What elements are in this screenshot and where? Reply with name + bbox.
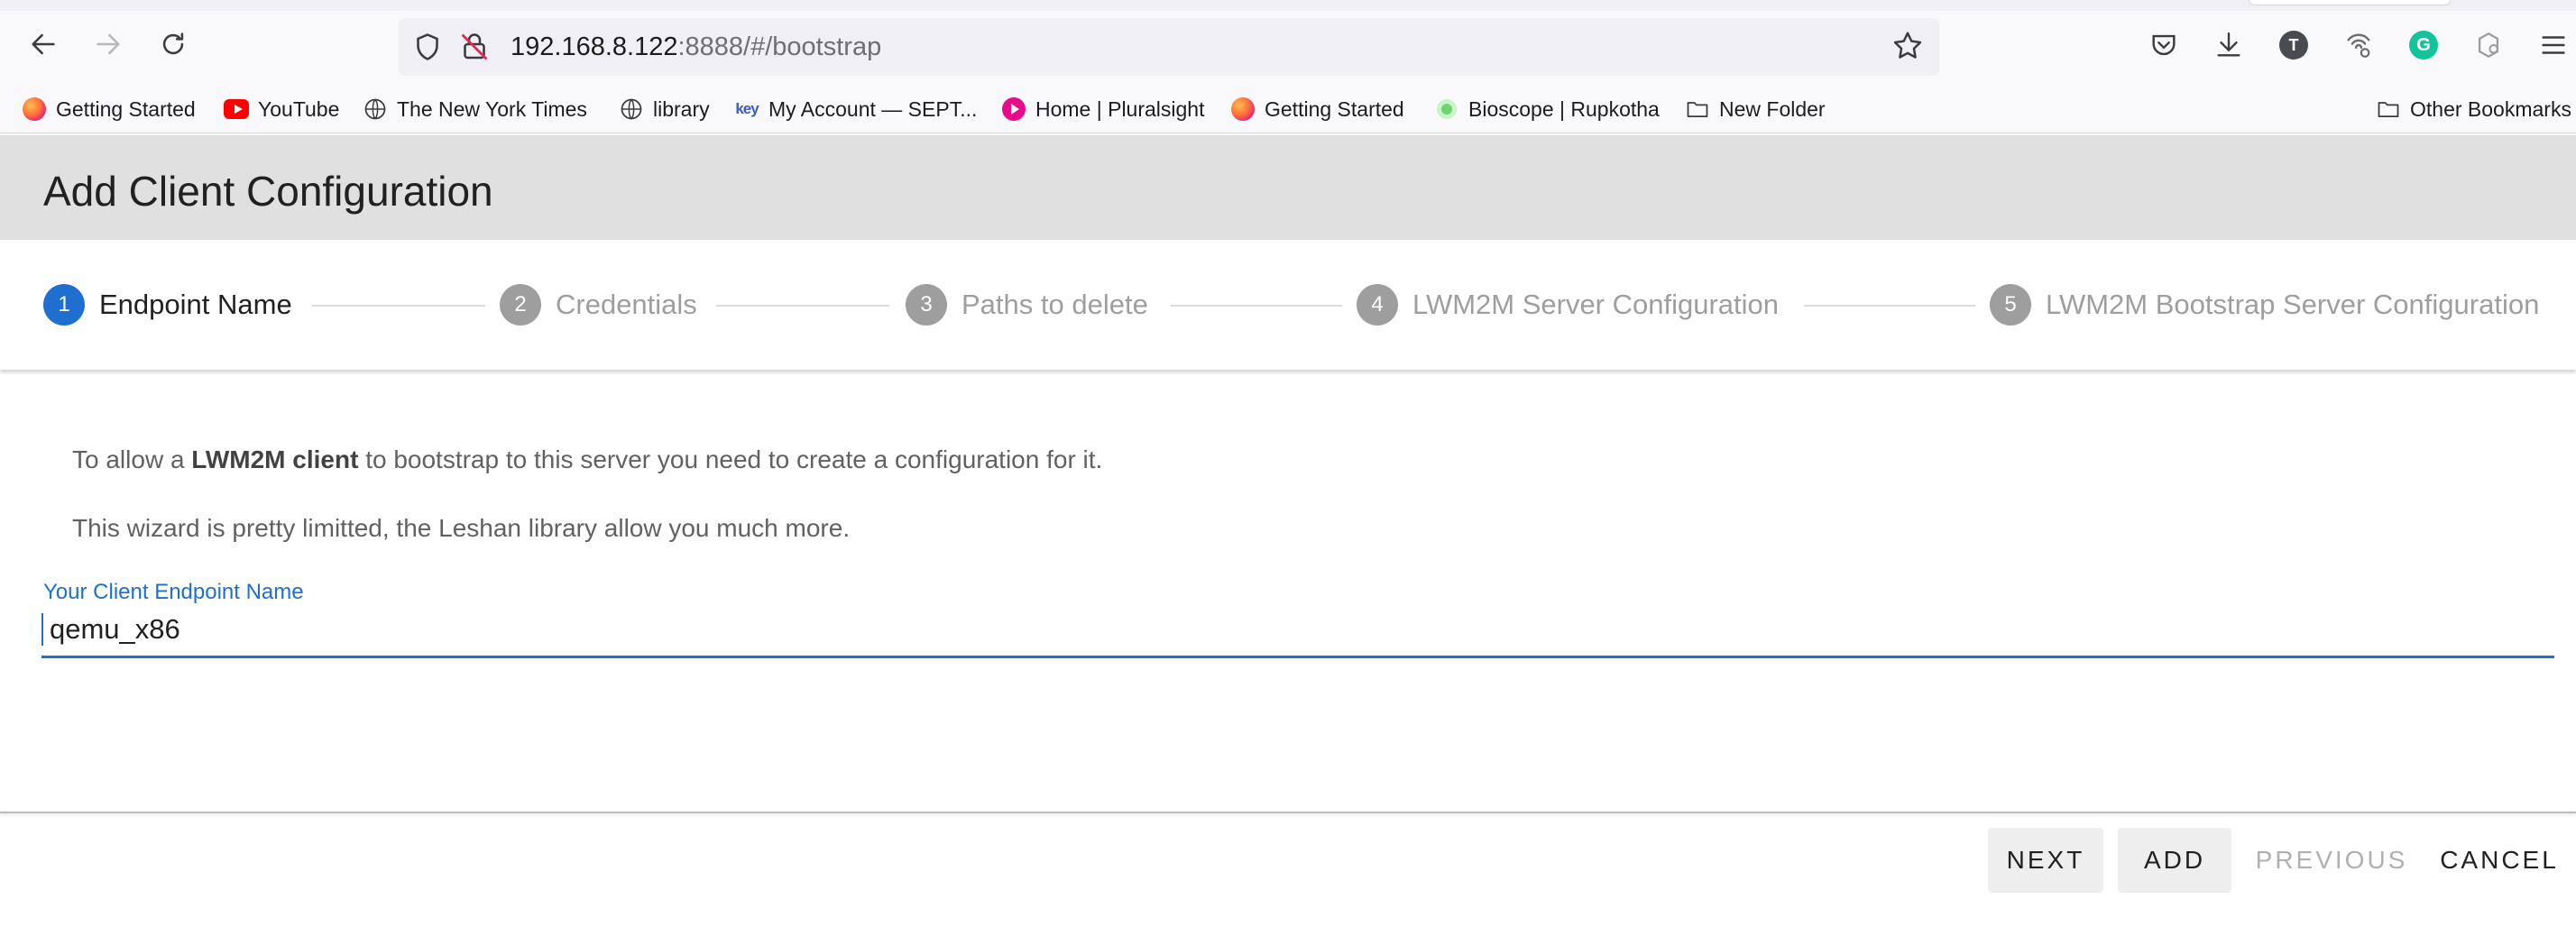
bookmark-getting-started-2[interactable]: Getting Started — [1230, 94, 1404, 124]
firefox-icon — [22, 96, 47, 122]
bookmark-star-icon[interactable] — [1891, 29, 1925, 63]
active-tab-edge[interactable] — [2249, 0, 2451, 5]
bookmark-label: Getting Started — [56, 96, 196, 121]
bookmark-label: New Folder — [1719, 96, 1826, 121]
bookmark-label: Bioscope | Rupkotha — [1468, 96, 1660, 121]
reload-icon — [162, 32, 184, 55]
add-button[interactable]: ADD — [2118, 828, 2231, 893]
step-number: 2 — [500, 284, 541, 326]
bookmark-label: The New York Times — [397, 96, 587, 121]
previous-button[interactable]: PREVIOUS — [2249, 828, 2414, 893]
step-label: Credentials — [556, 289, 697, 320]
bookmark-library[interactable]: library — [619, 94, 710, 124]
wizard-note: This wizard is pretty limitted, the Lesh… — [72, 514, 851, 542]
step-lwm2m-server-config[interactable]: 4 LWM2M Server Configuration — [1357, 284, 1779, 326]
back-button[interactable] — [23, 24, 63, 64]
bioscope-icon — [1434, 96, 1459, 122]
tab-strip — [0, 0, 2576, 11]
downloads-button[interactable] — [2211, 27, 2247, 63]
app-menu-button[interactable] — [2535, 27, 2571, 63]
intro-suffix: to bootstrap to this server you need to … — [358, 445, 1103, 473]
bookmark-bioscope[interactable]: Bioscope | Rupkotha — [1434, 94, 1660, 124]
intro-bold: LWM2M client — [191, 445, 359, 473]
bookmark-my-account[interactable]: key My Account — SEPT... — [734, 94, 977, 124]
download-icon — [2217, 32, 2240, 57]
step-paths-to-delete[interactable]: 3 Paths to delete — [906, 284, 1148, 326]
account-button[interactable]: T — [2276, 27, 2312, 63]
hamburger-menu-icon — [2542, 36, 2565, 54]
arrow-left-icon — [32, 33, 55, 55]
pluralsight-icon — [1001, 96, 1026, 122]
insecure-lock-icon[interactable] — [458, 31, 491, 63]
forward-button[interactable] — [88, 24, 128, 64]
bookmark-label: Getting Started — [1265, 96, 1404, 121]
browser-chrome: 192.168.8.122:8888/#/bootstrap T G Getti… — [0, 0, 2576, 133]
grammarly-button[interactable]: G — [2406, 27, 2442, 63]
reload-button[interactable] — [153, 24, 193, 64]
grammarly-icon: G — [2409, 31, 2438, 60]
intro-prefix: To allow a — [72, 445, 192, 473]
step-label: Paths to delete — [961, 289, 1148, 320]
bookmark-youtube[interactable]: YouTube — [224, 94, 339, 124]
intro-text: To allow a LWM2M client to bootstrap to … — [72, 445, 1102, 474]
bookmark-label: Home | Pluralsight — [1035, 96, 1205, 121]
pocket-icon — [2152, 34, 2176, 56]
endpoint-name-label: Your Client Endpoint Name — [43, 580, 304, 604]
url-text[interactable]: 192.168.8.122:8888/#/bootstrap — [511, 30, 881, 64]
step-number: 1 — [43, 284, 85, 326]
step-lwm2m-bootstrap-server-config[interactable]: 5 LWM2M Bootstrap Server Configuration — [1990, 284, 2539, 326]
cancel-button[interactable]: CANCEL — [2432, 828, 2567, 893]
other-bookmarks[interactable]: Other Bookmarks — [2376, 94, 2571, 124]
url-path: :8888/#/bootstrap — [677, 32, 882, 61]
endpoint-name-value: qemu_x86 — [50, 613, 180, 645]
pocket-button[interactable] — [2146, 27, 2182, 63]
youtube-icon — [224, 96, 249, 122]
globe-icon — [619, 96, 644, 122]
bookmark-pluralsight[interactable]: Home | Pluralsight — [1001, 94, 1205, 124]
dialog-header: Add Client Configuration — [0, 135, 2576, 240]
shield-icon[interactable] — [411, 31, 444, 63]
bookmark-label: library — [653, 96, 710, 121]
content-divider — [0, 812, 2576, 813]
bookmark-getting-started[interactable]: Getting Started — [22, 94, 196, 124]
bookmark-new-folder[interactable]: New Folder — [1685, 94, 1826, 124]
step-label: Endpoint Name — [99, 289, 292, 320]
folder-icon — [2376, 96, 2401, 122]
account-avatar-icon: T — [2279, 31, 2308, 60]
wizard-stepper: 1 Endpoint Name 2 Credentials 3 Paths to… — [0, 240, 2576, 370]
address-bar[interactable]: 192.168.8.122:8888/#/bootstrap — [399, 18, 1939, 76]
endpoint-name-input[interactable]: qemu_x86 — [41, 610, 2554, 658]
puzzle-icon — [2478, 32, 2499, 59]
step-connector — [716, 305, 889, 307]
extensions-button[interactable] — [2470, 27, 2507, 63]
step-label: LWM2M Server Configuration — [1412, 289, 1780, 320]
key-icon: key — [735, 100, 759, 117]
step-number: 5 — [1990, 284, 2031, 326]
step-connector — [312, 305, 485, 307]
step-label: LWM2M Bootstrap Server Configuration — [2046, 289, 2540, 320]
text-caret — [41, 613, 43, 646]
url-host: 192.168.8.122 — [511, 32, 678, 61]
other-bookmarks-label: Other Bookmarks — [2410, 96, 2571, 121]
signal-extension-icon — [2347, 33, 2370, 58]
firefox-icon — [1230, 96, 1256, 122]
step-number: 4 — [1357, 284, 1398, 326]
bookmark-label: My Account — SEPT... — [768, 96, 978, 121]
bookmarks-toolbar: Getting Started YouTube The New York Tim… — [0, 87, 2576, 132]
step-credentials[interactable]: 2 Credentials — [500, 284, 697, 326]
step-endpoint-name[interactable]: 1 Endpoint Name — [43, 284, 292, 326]
extension-button[interactable] — [2341, 27, 2377, 63]
bookmark-nytimes[interactable]: The New York Times — [363, 94, 587, 124]
step-connector — [1171, 305, 1342, 307]
step-connector — [1804, 305, 1975, 307]
folder-icon — [1685, 96, 1710, 122]
next-button[interactable]: NEXT — [1988, 828, 2103, 893]
page-title: Add Client Configuration — [43, 168, 493, 215]
step-number: 3 — [906, 284, 947, 326]
arrow-right-icon — [97, 33, 120, 55]
bookmark-label: YouTube — [258, 96, 340, 121]
globe-icon — [363, 96, 388, 122]
